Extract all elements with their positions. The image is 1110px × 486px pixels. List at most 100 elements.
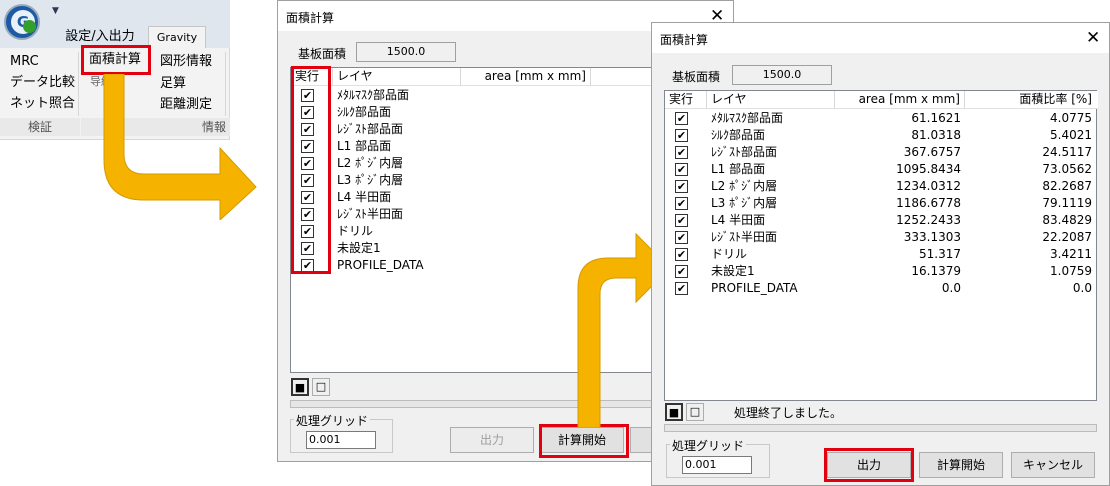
table-row[interactable]: ✔ L3 ﾎﾟｼﾞ内層 1186.6778 79.1119: [665, 195, 1098, 212]
exec-checkbox[interactable]: ✔: [675, 129, 688, 142]
data-compare-button[interactable]: データ比較: [10, 74, 75, 92]
status-text: 処理終了しました。: [734, 406, 843, 420]
start-calc-highlight: [539, 424, 629, 458]
substrate-area-label: 基板面積: [298, 47, 347, 61]
exec-checkbox[interactable]: ✔: [675, 163, 688, 176]
ratio-value: 1.0759: [1050, 264, 1092, 278]
layer-name: ドリル: [337, 224, 374, 238]
flow-arrow-icon: [103, 74, 257, 220]
table-row[interactable]: ✔ PROFILE_DATA 0.0 0.0: [665, 280, 1098, 297]
layer-name: ﾚｼﾞｽﾄ半田面: [337, 207, 404, 221]
shape-info-button[interactable]: 図形情報: [160, 53, 212, 71]
mrc-button[interactable]: MRC: [10, 53, 39, 71]
output-button[interactable]: 出力: [450, 427, 534, 453]
substrate-area-value: 1500.0: [356, 42, 456, 62]
exec-checkbox[interactable]: ✔: [675, 248, 688, 261]
grid-label: 処理グリッド: [670, 437, 747, 454]
exec-checkbox[interactable]: ✔: [675, 180, 688, 193]
layer-name: L2 ﾎﾟｼﾞ内層: [337, 156, 404, 170]
area-value: 51.317: [919, 247, 961, 261]
table-row[interactable]: ✔ ドリル 51.317 3.4211: [665, 246, 1098, 263]
table-row[interactable]: ✔ L1 部品面 1095.8434 73.0562: [665, 161, 1098, 178]
exec-checkbox[interactable]: ✔: [675, 265, 688, 278]
ratio-value: 5.4021: [1050, 128, 1092, 142]
grid-input[interactable]: 0.001: [682, 456, 752, 474]
exec-checkbox[interactable]: ✔: [675, 231, 688, 244]
layer-name: 未設定1: [337, 241, 381, 255]
layer-name: L1 部品面: [711, 162, 766, 176]
area-value: 1234.0312: [896, 179, 961, 193]
cancel-button[interactable]: キャンセル: [1011, 452, 1095, 478]
title-bar: [652, 23, 1109, 53]
app-logo-icon[interactable]: G: [4, 4, 40, 40]
layer-name: ドリル: [711, 247, 748, 261]
ratio-value: 0.0: [1072, 281, 1092, 295]
area-calc-dialog-2: 面積計算 ✕ 基板面積 1500.0 実行 レイヤ area [mm x mm]…: [651, 22, 1110, 486]
exec-checkbox[interactable]: ✔: [675, 282, 688, 295]
area-value: 1095.8434: [896, 162, 961, 176]
column-ratio[interactable]: 面積比率 [%]: [965, 91, 1098, 109]
exec-column-highlight: [291, 66, 331, 274]
select-all-button[interactable]: ■: [665, 403, 683, 421]
column-layer[interactable]: レイヤ: [707, 91, 835, 109]
exec-checkbox[interactable]: ✔: [675, 197, 688, 210]
output-highlight: [824, 448, 914, 482]
table-row[interactable]: ✔ ｼﾙｸ部品面 81.0318 5.4021: [665, 127, 1098, 144]
layer-name: L2 ﾎﾟｼﾞ内層: [711, 179, 778, 193]
progress-bar: [664, 424, 1097, 432]
ratio-value: 73.0562: [1042, 162, 1092, 176]
layer-name: L3 ﾎﾟｼﾞ内層: [711, 196, 778, 210]
layer-name: 未設定1: [711, 264, 755, 278]
ratio-value: 82.2687: [1042, 179, 1092, 193]
exec-checkbox[interactable]: ✔: [675, 146, 688, 159]
table-row[interactable]: ✔ 未設定1 16.1379 1.0759: [665, 263, 1098, 280]
layer-list: 実行 レイヤ area [mm x mm] 面積比率 [%] ✔ ﾒﾀﾙﾏｽｸ部品…: [664, 90, 1098, 401]
column-area[interactable]: area [mm x mm]: [461, 68, 591, 86]
table-row[interactable]: ✔ L4 半田面 1252.2433 83.4829: [665, 212, 1098, 229]
table-row[interactable]: ✔ ﾚｼﾞｽﾄ半田面 333.1303 22.2087: [665, 229, 1098, 246]
select-none-button[interactable]: □: [686, 403, 704, 421]
exec-checkbox[interactable]: ✔: [675, 112, 688, 125]
close-icon[interactable]: ✕: [1086, 30, 1100, 47]
table-row[interactable]: ✔ ﾚｼﾞｽﾄ部品面 367.6757 24.5117: [665, 144, 1098, 161]
area-value: 81.0318: [911, 128, 961, 142]
quick-access-dropdown-icon[interactable]: ▼: [52, 6, 59, 16]
area-calc-button[interactable]: 面積計算: [89, 51, 141, 69]
tab-gravity[interactable]: Gravity: [148, 26, 206, 48]
group-divider: [78, 52, 79, 116]
area-value: 61.1621: [911, 111, 961, 125]
layer-name: L3 ﾎﾟｼﾞ内層: [337, 173, 404, 187]
select-all-button[interactable]: ■: [291, 378, 309, 396]
area-value: 367.6757: [903, 145, 961, 159]
area-value: 0.0: [941, 281, 961, 295]
layer-name: L4 半田面: [337, 190, 392, 204]
select-none-button[interactable]: □: [312, 378, 330, 396]
area-value: 16.1379: [911, 264, 961, 278]
layer-name: ﾚｼﾞｽﾄ部品面: [337, 122, 404, 136]
table-row[interactable]: ✔ ﾒﾀﾙﾏｽｸ部品面 61.1621 4.0775: [665, 110, 1098, 127]
net-compare-button[interactable]: ネット照合: [10, 95, 75, 113]
area-value: 333.1303: [903, 230, 961, 244]
column-area[interactable]: area [mm x mm]: [835, 91, 965, 109]
column-layer[interactable]: レイヤ: [333, 68, 461, 86]
layer-name: L1 部品面: [337, 139, 392, 153]
substrate-area-label: 基板面積: [672, 70, 721, 84]
layer-name: ﾒﾀﾙﾏｽｸ部品面: [337, 88, 410, 102]
ratio-value: 3.4211: [1050, 247, 1092, 261]
layer-name: PROFILE_DATA: [337, 258, 424, 272]
dialog-title: 面積計算: [660, 33, 709, 47]
table-row[interactable]: ✔ L2 ﾎﾟｼﾞ内層 1234.0312 82.2687: [665, 178, 1098, 195]
grid-input[interactable]: 0.001: [306, 431, 376, 449]
exec-checkbox[interactable]: ✔: [675, 214, 688, 227]
ratio-value: 79.1119: [1042, 196, 1092, 210]
area-value: 1186.6778: [896, 196, 961, 210]
grid-label: 処理グリッド: [294, 412, 371, 429]
ratio-value: 24.5117: [1042, 145, 1092, 159]
ratio-value: 22.2087: [1042, 230, 1092, 244]
dialog-title: 面積計算: [286, 11, 335, 25]
column-exec[interactable]: 実行: [665, 91, 707, 109]
layer-name: ｼﾙｸ部品面: [337, 105, 392, 119]
start-calc-button[interactable]: 計算開始: [919, 452, 1003, 478]
group-label-verify: 検証: [0, 118, 80, 136]
area-value: 1252.2433: [896, 213, 961, 227]
